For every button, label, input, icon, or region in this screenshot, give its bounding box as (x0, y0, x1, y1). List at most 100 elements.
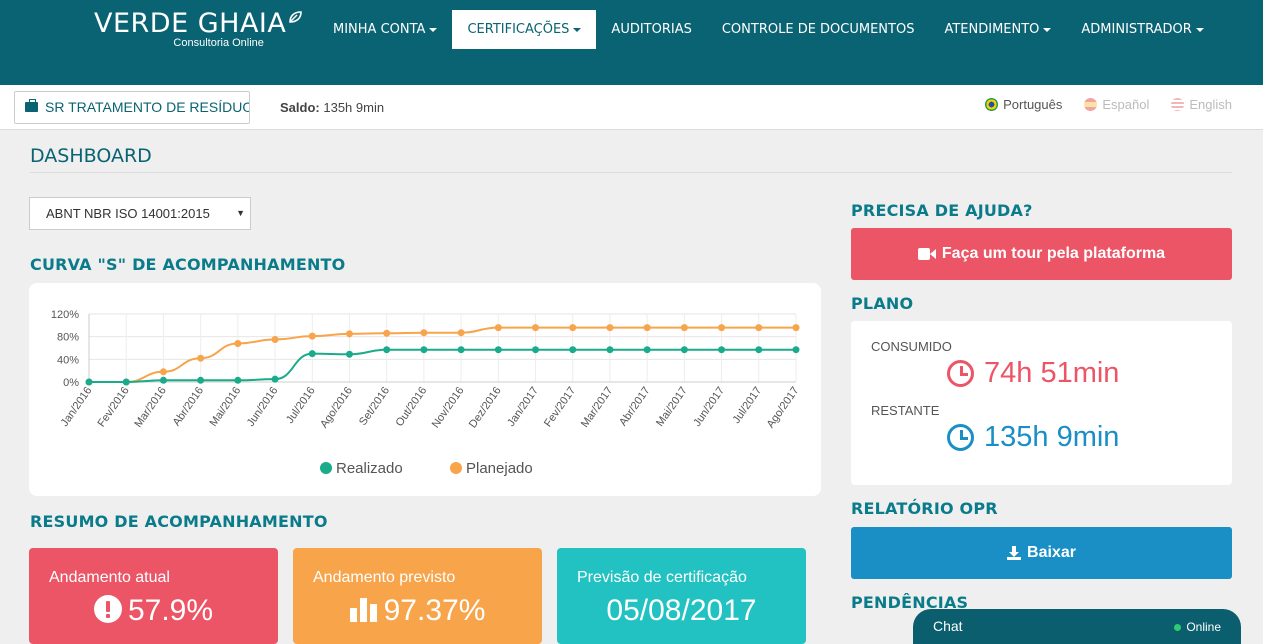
lang-english[interactable]: English (1171, 97, 1232, 112)
data-point-planejado (159, 368, 167, 376)
balance-value: 135h 9min (323, 100, 385, 115)
nav-item-administrador[interactable]: ADMINISTRADOR (1066, 10, 1218, 49)
data-point-realizado (569, 346, 577, 354)
remaining-value: 135h 9min (984, 421, 1120, 453)
main-nav: MINHA CONTA CERTIFICAÇÕES AUDITORIAS CON… (318, 10, 1219, 49)
x-tick-label: Mai/2017 (654, 385, 690, 429)
chat-widget[interactable]: Chat Online (913, 609, 1241, 644)
data-point-realizado (308, 350, 316, 358)
data-point-planejado (569, 324, 577, 332)
data-point-planejado (494, 324, 502, 332)
online-dot-icon (1174, 623, 1182, 631)
lang-portugues[interactable]: Português (985, 97, 1062, 112)
data-point-planejado (308, 332, 316, 340)
data-point-realizado (755, 346, 763, 354)
brazil-flag-icon (985, 98, 999, 111)
data-point-planejado (234, 339, 242, 347)
x-tick-label: Jul/2016 (284, 385, 318, 426)
nav-item-auditorias[interactable]: AUDITORIAS (596, 10, 706, 49)
current-progress-value: 57.9% (127, 594, 214, 627)
tour-button[interactable]: Faça um tour pela plataforma (851, 228, 1232, 280)
nav-item-minha-conta[interactable]: MINHA CONTA (318, 10, 452, 49)
logo[interactable]: VERDE GHAIA Consultoria Online (94, 8, 303, 49)
x-tick-label: Abr/2016 (171, 385, 206, 428)
certification-forecast-card: Previsão de certificação 05/08/2017 (557, 548, 806, 644)
s-curve-chart-card: 0% 40% 80% 120% Jan/2016 Fev/2016 Mar/2016 Abr/… (29, 283, 821, 496)
x-tick-label: Jun/2016 (245, 385, 281, 429)
nav-item-certificacoes[interactable]: CERTIFICAÇÕES (452, 10, 597, 49)
data-point-realizado (197, 376, 205, 384)
leaf-icon (289, 11, 303, 23)
curve-title: CURVA "S" DE ACOMPANHAMENTO (30, 255, 346, 274)
data-point-planejado (197, 354, 205, 362)
remaining-label: RESTANTE (871, 403, 940, 418)
data-point-realizado (643, 346, 651, 354)
lang-espanol[interactable]: Español (1084, 97, 1149, 112)
summary-title: RESUMO DE ACOMPANHAMENTO (30, 512, 328, 531)
data-point-realizado (494, 346, 502, 354)
series-line-planejado (88, 326, 796, 383)
help-title: PRECISA DE AJUDA? (851, 201, 1033, 220)
data-point-planejado (680, 324, 688, 332)
data-point-planejado (606, 324, 614, 332)
remaining-row: 135h 9min (947, 421, 1119, 454)
y-tick-label: 120% (51, 309, 79, 321)
data-point-realizado (420, 346, 428, 354)
current-progress-card: Andamento atual 57.9% (29, 548, 278, 644)
data-point-realizado (792, 346, 800, 354)
data-point-realizado (234, 376, 242, 384)
balance: Saldo: 135h 9min (280, 100, 384, 115)
planned-progress-value: 97.37% (383, 594, 486, 627)
data-point-planejado (271, 336, 279, 343)
data-point-realizado (457, 346, 465, 354)
chat-status-label: Online (1186, 620, 1221, 634)
data-point-planejado (532, 324, 540, 332)
download-button[interactable]: Baixar (851, 527, 1232, 579)
nav-item-controle-documentos[interactable]: CONTROLE DE DOCUMENTOS (707, 10, 930, 49)
data-point-planejado (643, 324, 651, 332)
x-tick-label: Jan/2017 (505, 385, 541, 429)
current-progress-value-row: 57.9% (29, 594, 278, 628)
balance-label: Saldo: (280, 100, 320, 115)
report-title: RELATÓRIO OPR (851, 499, 998, 518)
chat-title: Chat (933, 618, 963, 634)
company-selector-button[interactable]: SR TRATAMENTO DE RESÍDUOS (14, 91, 250, 124)
caret-down-icon (1195, 27, 1204, 32)
nav-label: CONTROLE DE DOCUMENTOS (721, 22, 915, 37)
legend-label-planejado: Planejado (466, 460, 533, 477)
lang-label: Português (1003, 97, 1063, 112)
x-tick-label: Mar/2017 (579, 385, 615, 430)
planned-progress-label: Andamento previsto (313, 569, 456, 586)
top-navbar: VERDE GHAIA Consultoria Online MINHA CON… (0, 0, 1263, 85)
x-tick-label: Mar/2016 (132, 385, 168, 430)
y-tick-label: 80% (57, 332, 79, 344)
lang-label: Español (1102, 97, 1150, 112)
s-curve-chart: 0%40%80%120%Jan/2016 Fev/2016 Mar/2016 Abr/… (51, 309, 802, 477)
data-point-planejado (383, 329, 391, 337)
x-tick-label: Jul/2017 (731, 385, 765, 426)
caret-down-icon (573, 27, 582, 32)
forecast-value: 05/08/2017 (606, 594, 757, 627)
x-tick-label: Jan/2016 (59, 385, 95, 429)
planned-progress-card: Andamento previsto 97.37% (293, 548, 542, 644)
x-tick-label: Ago/2017 (765, 385, 802, 430)
exclamation-circle-icon (93, 595, 122, 623)
consumed-label: CONSUMIDO (871, 339, 952, 354)
nav-item-atendimento[interactable]: ATENDIMENTO (929, 10, 1066, 49)
nav-label: MINHA CONTA (333, 22, 426, 37)
x-tick-label: Ago/2016 (318, 385, 355, 430)
lang-label: English (1189, 97, 1232, 112)
plan-title: PLANO (851, 294, 914, 313)
language-switcher: Português Español English (985, 97, 1232, 112)
nav-label: AUDITORIAS (611, 22, 692, 37)
chat-status: Online (1174, 620, 1221, 634)
caret-down-icon (429, 27, 438, 32)
norm-select[interactable]: ABNT NBR ISO 14001:2015 ▼ (29, 197, 251, 230)
series-line-realizado (88, 348, 796, 383)
consumed-value: 74h 51min (984, 357, 1120, 389)
data-point-realizado (159, 376, 167, 384)
briefcase-icon (25, 99, 38, 112)
planned-progress-value-row: 97.37% (293, 594, 542, 628)
consumed-row: 74h 51min (947, 357, 1119, 390)
x-tick-label: Out/2016 (394, 385, 430, 429)
